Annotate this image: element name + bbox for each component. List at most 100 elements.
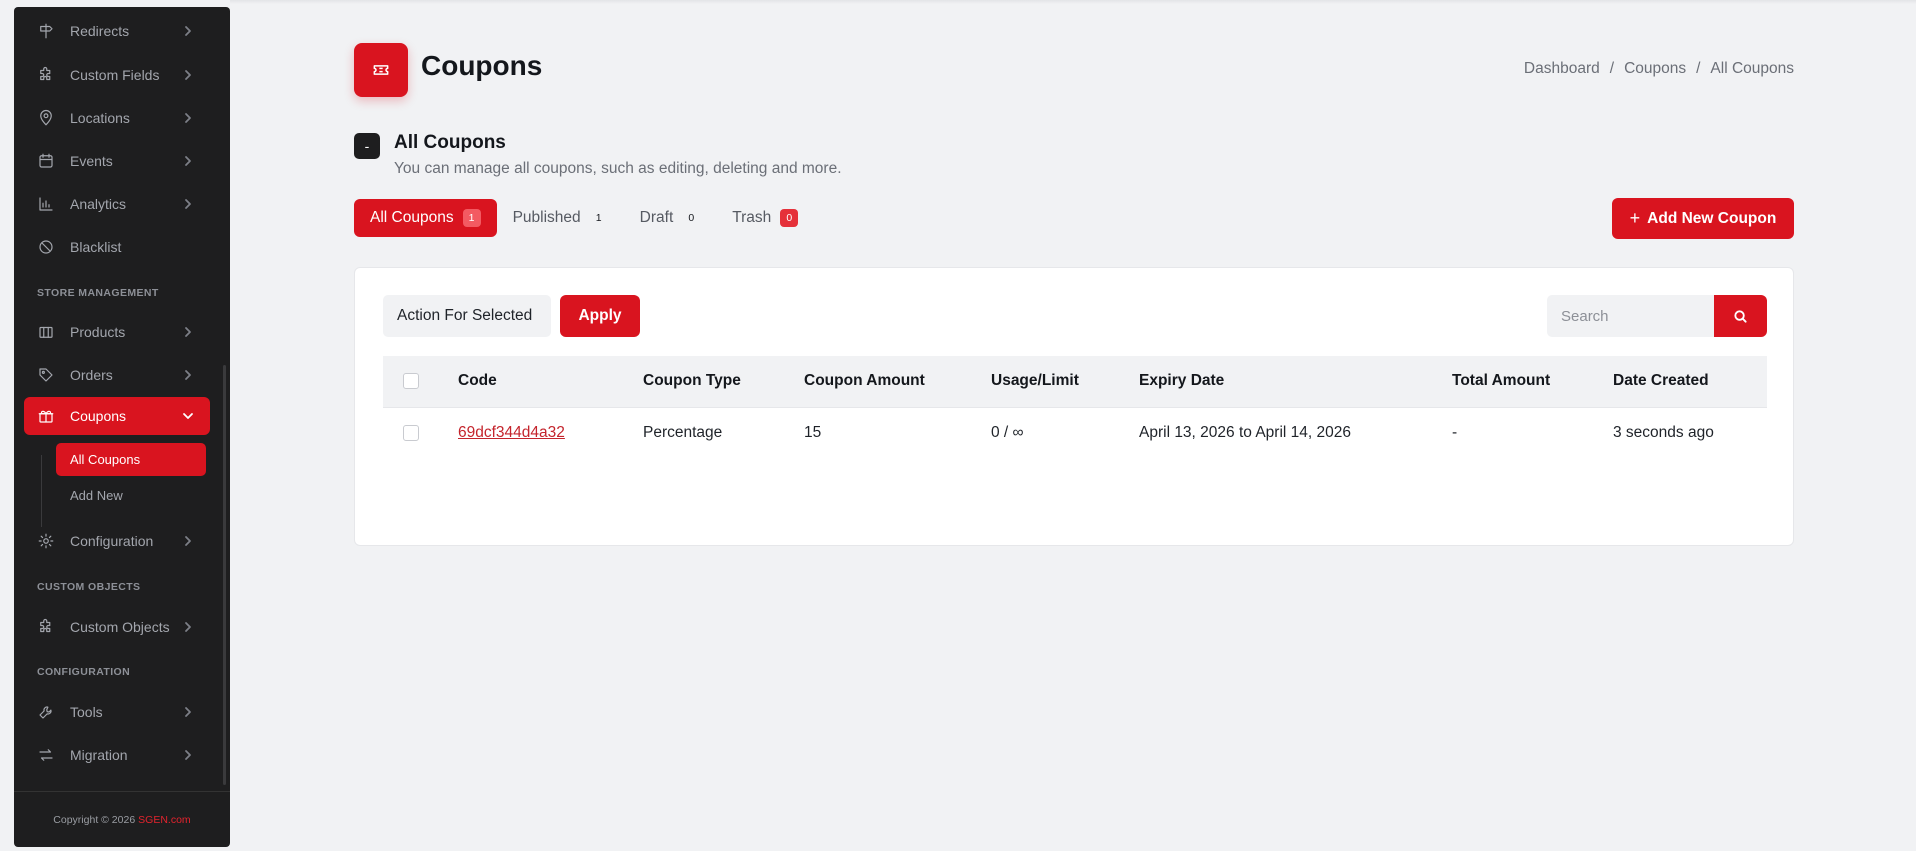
chevron-right-icon	[182, 111, 196, 125]
breadcrumb-current: All Coupons	[1710, 60, 1794, 77]
bar-chart-icon	[36, 194, 56, 214]
row-checkbox[interactable]	[403, 425, 419, 442]
sidebar-item-label: Blacklist	[70, 239, 122, 255]
column-header-coupon-type[interactable]: Coupon Type	[643, 356, 804, 407]
tab-trash[interactable]: Trash 0	[716, 199, 814, 237]
submenu-guide-line	[41, 455, 42, 527]
copyright-text: Copyright © 2026	[53, 813, 136, 826]
coupon-code-link[interactable]: 69dcf344d4a32	[458, 424, 565, 441]
section-heading-configuration: CONFIGURATION	[37, 666, 131, 678]
sidebar-item-events[interactable]: Events	[24, 142, 210, 180]
cell-date-created: 3 seconds ago	[1613, 424, 1714, 442]
sidebar-item-coupons[interactable]: Coupons	[24, 397, 210, 435]
search-input[interactable]	[1547, 295, 1715, 337]
sidebar-item-custom-fields[interactable]: Custom Fields	[24, 56, 210, 94]
submenu-item-all-coupons[interactable]: All Coupons	[56, 443, 206, 476]
ticket-icon	[354, 43, 408, 97]
tab-label: Published	[512, 209, 581, 226]
puzzle-icon	[36, 617, 56, 637]
tab-all-coupons[interactable]: All Coupons 1	[354, 199, 497, 237]
chevron-right-icon	[182, 620, 196, 634]
column-header-date-created[interactable]: Date Created	[1613, 356, 1767, 407]
sidebar-item-label: Configuration	[70, 533, 154, 549]
sidebar-item-redirects[interactable]: Redirects	[24, 12, 210, 50]
arrows-icon	[36, 745, 56, 765]
ban-icon	[36, 237, 56, 257]
tab-label: Trash	[732, 209, 772, 226]
select-all-checkbox[interactable]	[403, 373, 419, 390]
sidebar-item-tools[interactable]: Tools	[24, 693, 210, 731]
bulk-action-select[interactable]: Action For Selected	[383, 295, 551, 337]
column-header-usage-limit[interactable]: Usage/Limit	[991, 356, 1139, 407]
row-select-cell	[383, 407, 458, 459]
gear-icon	[36, 531, 56, 551]
search-button[interactable]	[1714, 295, 1767, 337]
status-tabs: All Coupons 1 Published 1 Draft 0 Trash …	[354, 199, 814, 237]
count-badge: 1	[589, 209, 608, 227]
gift-icon	[36, 406, 56, 426]
breadcrumb-separator: /	[1609, 60, 1615, 77]
section-description: You can manage all coupons, such as edit…	[394, 160, 842, 177]
column-header-total-amount[interactable]: Total Amount	[1452, 356, 1613, 407]
page-title: Coupons	[421, 50, 543, 81]
sidebar-item-products[interactable]: Products	[24, 313, 210, 351]
sidebar-scrollbar[interactable]	[223, 365, 226, 785]
sidebar-item-label: Orders	[70, 367, 113, 383]
sidebar-item-label: Analytics	[70, 196, 127, 212]
chevron-right-icon	[182, 154, 196, 168]
cell-usage-limit: 0 / ∞	[991, 424, 1024, 442]
sidebar-item-analytics[interactable]: Analytics	[24, 185, 210, 223]
chevron-down-icon	[182, 409, 196, 423]
chevron-right-icon	[182, 705, 196, 719]
column-header-expiry-date[interactable]: Expiry Date	[1139, 356, 1452, 407]
chevron-right-icon	[182, 325, 196, 339]
top-shadow	[230, 0, 1916, 4]
calendar-icon	[36, 151, 56, 171]
breadcrumb-separator: /	[1696, 60, 1701, 77]
apply-button[interactable]: Apply	[560, 295, 640, 337]
collapse-toggle-button[interactable]: -	[354, 133, 380, 159]
coupons-table: Code Coupon Type Coupon Amount Usage/Lim…	[383, 356, 1767, 459]
tag-icon	[36, 365, 56, 385]
tab-published[interactable]: Published 1	[497, 199, 624, 237]
sidebar-item-orders[interactable]: Orders	[24, 356, 210, 394]
column-header-code[interactable]: Code	[458, 356, 643, 407]
cell-code: 69dcf344d4a32	[458, 407, 643, 459]
brand-link[interactable]: SGEN.com	[138, 814, 191, 826]
count-badge: 0	[780, 209, 799, 227]
sidebar-item-label: Custom Objects	[70, 619, 170, 635]
plus-icon: +	[1629, 208, 1641, 228]
sidebar-item-locations[interactable]: Locations	[24, 99, 210, 137]
add-new-coupon-button[interactable]: + Add New Coupon	[1612, 198, 1794, 239]
cell-coupon-type: Percentage	[643, 424, 723, 442]
chevron-right-icon	[182, 748, 196, 762]
column-header-coupon-amount[interactable]: Coupon Amount	[804, 356, 991, 407]
add-button-label: Add New Coupon	[1647, 209, 1777, 227]
sidebar-item-migration[interactable]: Migration	[24, 736, 210, 774]
breadcrumb: Dashboard / Coupons / All Coupons	[1524, 60, 1794, 78]
chevron-right-icon	[182, 368, 196, 382]
tab-draft[interactable]: Draft 0	[624, 199, 717, 237]
sidebar-footer: Copyright © 2026 SGEN.com	[14, 791, 230, 847]
map-pin-icon	[36, 108, 56, 128]
breadcrumb-coupons[interactable]: Coupons	[1624, 60, 1686, 78]
sidebar-item-label: Coupons	[70, 408, 127, 424]
breadcrumb-dashboard[interactable]: Dashboard	[1524, 60, 1600, 78]
sidebar-item-label: Events	[70, 153, 113, 169]
section-heading-custom-objects: CUSTOM OBJECTS	[37, 581, 141, 593]
sidebar-scroll-area: Redirects Custom Fields Locations Events…	[14, 7, 230, 792]
submenu-item-add-new[interactable]: Add New	[56, 479, 206, 512]
sidebar-item-label: Custom Fields	[70, 67, 160, 83]
sidebar-item-custom-objects[interactable]: Custom Objects	[24, 608, 210, 646]
chevron-right-icon	[182, 197, 196, 211]
cell-total-amount: -	[1452, 424, 1458, 442]
sidebar: Redirects Custom Fields Locations Events…	[14, 7, 230, 847]
sidebar-item-label: Redirects	[70, 23, 130, 39]
cell-coupon-amount: 15	[804, 424, 822, 442]
tab-label: All Coupons	[370, 209, 454, 226]
sidebar-item-label: Products	[70, 324, 126, 340]
chevron-right-icon	[182, 24, 196, 38]
sidebar-item-configuration[interactable]: Configuration	[24, 522, 210, 560]
count-badge: 0	[682, 209, 701, 227]
sidebar-item-blacklist[interactable]: Blacklist	[24, 228, 210, 266]
